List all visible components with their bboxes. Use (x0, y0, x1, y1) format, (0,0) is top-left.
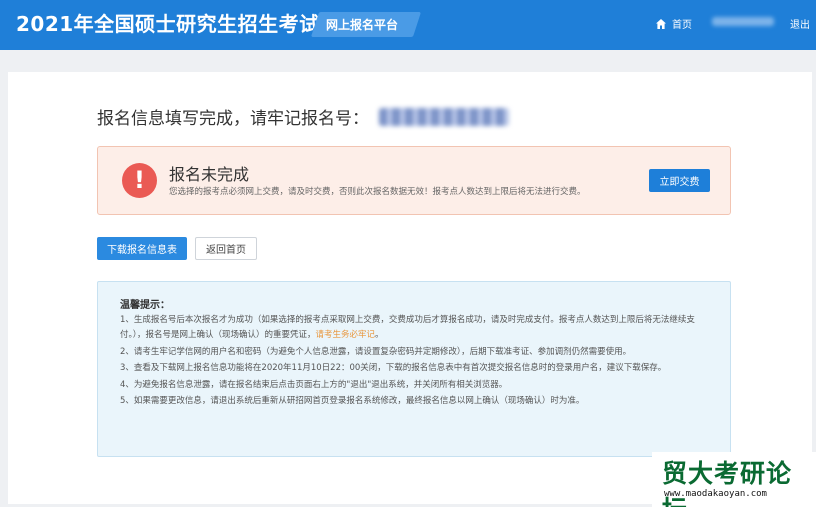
forum-watermark: 贸大考研论坛 www.maodakaoyan.com (652, 452, 816, 507)
platform-tag: 网上报名平台 (326, 18, 399, 32)
tip-item-2: 2、请考生牢记学信网的用户名和密码（为避免个人信息泄露，请设置复杂密码并定期修改… (120, 346, 632, 357)
watermark-text: 贸大考研论坛 (662, 459, 793, 507)
home-link[interactable]: 首页 (655, 16, 692, 31)
registration-number-redacted (379, 107, 509, 126)
tips-panel: 温馨提示： 1、生成报名号后本次报名才为成功（如果选择的报考点采取网上交费，交费… (97, 281, 731, 457)
tip-item-5: 5、如果需要更改信息，请退出系统后重新从研招网首页登录报名系统修改，最终报名信息… (120, 396, 585, 406)
tips-list: 1、生成报名号后本次报名才为成功（如果选择的报考点采取网上交费，交费成功后才算报… (120, 313, 720, 411)
exclamation-icon: ! (122, 163, 157, 198)
tip-item-4: 4、为避免报名信息泄露，请在报名结束后点击页面右上方的"退出"退出系统，并关闭所… (120, 379, 508, 390)
home-link-label: 首页 (672, 20, 692, 31)
download-registration-form-button[interactable]: 下载报名信息表 (97, 237, 187, 260)
username-redacted (712, 17, 774, 26)
registration-complete-message: 报名信息填写完成，请牢记报名号： (97, 104, 509, 129)
tip-item-1: 1、生成报名号后本次报名才为成功（如果选择的报考点采取网上交费，交费成功后才算报… (120, 315, 695, 340)
alert-description: 您选择的报考点必须网上交费，请及时交费，否则此次报名数据无效！报考点人数达到上限… (169, 187, 586, 197)
site-title: 2021年全国硕士研究生招生考试 (16, 12, 320, 36)
tip-highlight: 请考生务必牢记 (315, 330, 376, 340)
alert-title: 报名未完成 (169, 165, 250, 184)
tip-item-3: 3、查看及下载网上报名信息功能将在2020年11月10日22：00关闭，下载的报… (120, 363, 667, 373)
tips-title: 温馨提示： (120, 300, 170, 311)
home-icon (656, 18, 666, 29)
back-to-home-button[interactable]: 返回首页 (195, 237, 257, 260)
watermark-url: www.maodakaoyan.com (664, 489, 767, 499)
top-navbar: 2021年全国硕士研究生招生考试 网上报名平台 首页 退出 (0, 0, 816, 50)
done-text: 报名信息填写完成，请牢记报名号： (97, 109, 369, 129)
payment-alert: ! 报名未完成 您选择的报考点必须网上交费，请及时交费，否则此次报名数据无效！报… (97, 146, 731, 215)
logout-link[interactable]: 退出 (790, 16, 810, 31)
pay-now-button[interactable]: 立即交费 (649, 169, 710, 192)
